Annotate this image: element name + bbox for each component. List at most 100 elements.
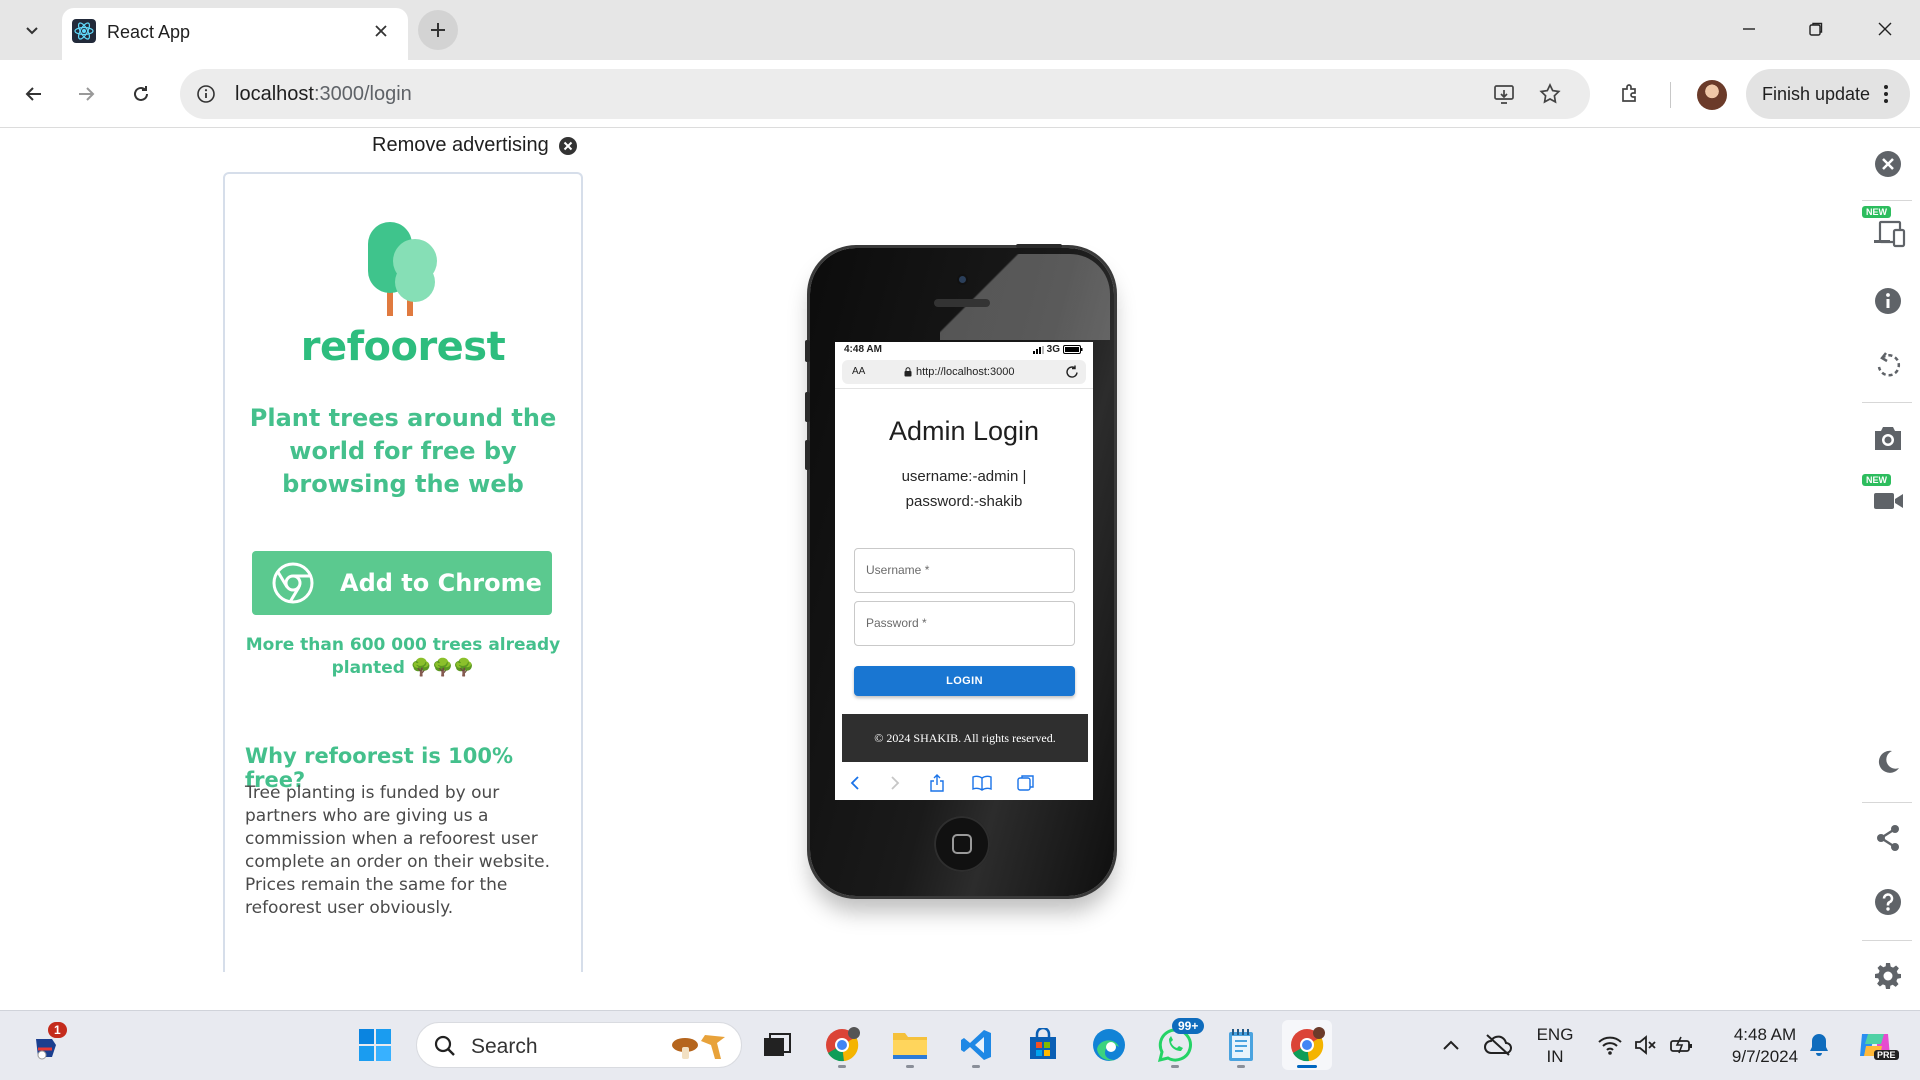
page-footer: © 2024 SHAKIB. All rights reserved. (842, 714, 1088, 762)
taskbar-vscode[interactable] (951, 1020, 1001, 1070)
clock-time: 4:48 AM (1733, 1025, 1797, 1044)
react-icon (72, 19, 96, 43)
task-view-icon (764, 1033, 791, 1056)
phone-volume-down (805, 440, 810, 470)
copilot-button[interactable]: PRE (1850, 1020, 1900, 1070)
site-info-button[interactable] (192, 80, 220, 108)
sidebar-device-button[interactable]: NEW (1862, 206, 1908, 252)
video-camera-icon (1874, 493, 1903, 509)
extensions-button[interactable] (1610, 74, 1650, 114)
input-language-indicator[interactable]: ENG IN (1530, 1024, 1580, 1068)
taskbar-file-explorer[interactable] (885, 1020, 935, 1070)
taskbar-notepad[interactable] (1216, 1020, 1266, 1070)
finish-update-button[interactable]: Finish update (1746, 69, 1910, 119)
search-icon (434, 1035, 455, 1056)
phone-status-bar: 4:48 AM 3G (835, 342, 1093, 358)
info-icon (1875, 288, 1901, 314)
sidebar-screenshot-button[interactable] (1868, 418, 1908, 458)
taskbar-edge[interactable] (1084, 1020, 1134, 1070)
sidebar-dark-mode-button[interactable] (1868, 742, 1908, 782)
notifications-button[interactable] (1794, 1020, 1844, 1070)
window-close-button[interactable] (1860, 8, 1910, 50)
phone-screen: 4:48 AM 3G AA http://localhost:3000 Admi… (835, 342, 1093, 800)
phone-safari-url-bar[interactable]: AA http://localhost:3000 (842, 360, 1086, 384)
login-button[interactable]: LOGIN (854, 666, 1075, 696)
taskbar-chrome-profile-2[interactable] (1282, 1020, 1332, 1070)
show-hidden-icons-button[interactable] (1426, 1020, 1476, 1070)
taskbar-search-box[interactable]: Search (416, 1022, 742, 1068)
bookmark-button[interactable] (1535, 79, 1565, 109)
browser-menu-button[interactable] (1874, 82, 1898, 106)
taskbar-whatsapp[interactable]: 99+ (1150, 1018, 1205, 1070)
sidebar-record-button[interactable]: NEW (1862, 474, 1908, 520)
vscode-icon (961, 1030, 991, 1060)
reload-button[interactable] (121, 74, 161, 114)
sidebar-share-button[interactable] (1868, 818, 1908, 858)
bell-icon (1810, 1034, 1828, 1056)
quick-settings-button[interactable] (1586, 1020, 1706, 1070)
gear-icon (1875, 963, 1901, 989)
text-size-button[interactable]: AA (852, 366, 865, 377)
profile-avatar[interactable] (1697, 80, 1727, 110)
tab-close-button[interactable] (368, 18, 394, 44)
username-field[interactable]: Username * (854, 548, 1075, 593)
sidebar-help-button[interactable] (1868, 882, 1908, 922)
password-field[interactable]: Password * (854, 601, 1075, 646)
sidebar-close-button[interactable] (1868, 144, 1908, 184)
ad-why-body: Tree planting is funded by our partners … (245, 783, 550, 918)
install-icon (1494, 85, 1514, 104)
arrow-left-icon (25, 87, 41, 101)
phone-home-button[interactable] (934, 816, 990, 872)
camera-icon (1875, 427, 1901, 450)
notification-count-badge: 1 (48, 1022, 67, 1038)
taskbar-news-widget[interactable]: 1 (22, 1020, 72, 1070)
taskbar-task-view[interactable] (752, 1020, 802, 1070)
forward-button[interactable] (66, 74, 106, 114)
restore-button[interactable] (1791, 8, 1841, 50)
install-app-button[interactable] (1490, 79, 1520, 109)
tab-react-app[interactable]: React App (62, 8, 408, 60)
add-to-chrome-label: Add to Chrome (340, 569, 542, 597)
preview-badge: PRE (1874, 1050, 1899, 1060)
edge-icon (1093, 1029, 1125, 1061)
taskbar-microsoft-store[interactable] (1018, 1020, 1068, 1070)
start-button[interactable] (350, 1020, 400, 1070)
tab-search-button[interactable] (14, 12, 50, 48)
language-code: ENG (1536, 1025, 1574, 1044)
phone-status-indicators: 3G (1032, 344, 1083, 355)
phone-url-text: http://localhost:3000 (916, 366, 1015, 378)
safari-back-button[interactable] (845, 773, 865, 793)
reload-icon[interactable] (1064, 364, 1080, 380)
remove-advertising-link[interactable]: Remove advertising (372, 134, 578, 157)
address-bar[interactable]: localhost:3000/login (180, 69, 1590, 119)
windows-taskbar: 1 Search 99+ ENG IN 4:48 AM 9/7/2024 PRE (0, 1010, 1920, 1080)
sidebar-settings-button[interactable] (1868, 956, 1908, 996)
safari-tabs-button[interactable] (1016, 773, 1036, 793)
minimize-button[interactable] (1724, 8, 1774, 50)
close-circle-icon (558, 136, 578, 156)
ad-brand-name: refoorest (300, 324, 506, 370)
add-to-chrome-button[interactable]: Add to Chrome (252, 551, 552, 615)
safari-share-button[interactable] (927, 773, 947, 793)
battery-charging-icon (1670, 1036, 1692, 1054)
rotate-icon (1877, 352, 1901, 377)
tab-title: React App (107, 22, 191, 42)
safari-bookmarks-button[interactable] (972, 773, 992, 793)
devices-icon (1874, 220, 1906, 248)
sidebar-divider (1862, 200, 1912, 201)
phone-status-time: 4:48 AM (844, 344, 882, 355)
sidebar-rotate-button[interactable] (1868, 345, 1908, 385)
taskbar-chrome-profile-1[interactable] (817, 1020, 867, 1070)
whatsapp-unread-badge: 99+ (1172, 1018, 1205, 1034)
onedrive-status[interactable] (1473, 1020, 1523, 1070)
help-icon (1875, 889, 1901, 915)
back-button[interactable] (14, 74, 54, 114)
finish-update-label: Finish update (1762, 84, 1871, 104)
browser-toolbar: localhost:3000/login Finish update (0, 60, 1920, 128)
phone-camera (957, 274, 968, 285)
safari-forward-button[interactable] (885, 773, 905, 793)
sidebar-info-button[interactable] (1868, 281, 1908, 321)
phone-page-divider (835, 388, 1093, 389)
new-tab-button[interactable] (418, 10, 458, 50)
refoorest-ad-card: refoorest Plant trees around the world f… (223, 172, 583, 972)
